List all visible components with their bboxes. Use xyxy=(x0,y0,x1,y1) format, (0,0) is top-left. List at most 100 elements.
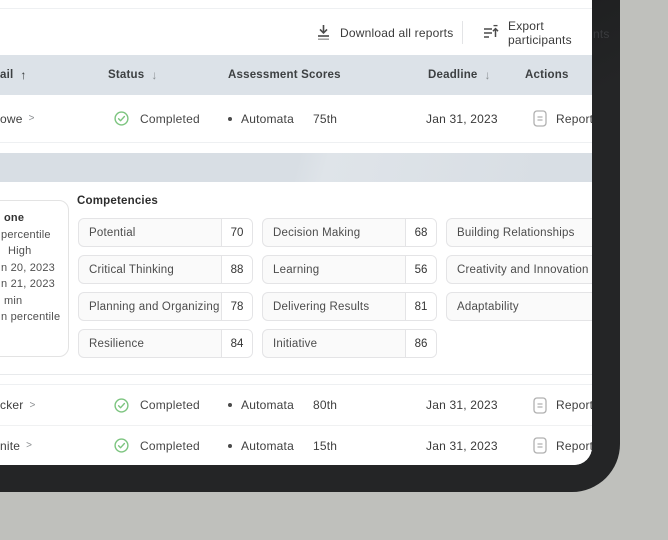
competency-label: Planning and Organizing xyxy=(89,300,220,313)
summary-line: min xyxy=(4,294,23,307)
competency-chip: Delivering Results 81 xyxy=(262,292,437,321)
deadline-header-label: Deadline xyxy=(428,69,478,81)
column-header-actions: Actions xyxy=(525,55,569,95)
competency-score: 86 xyxy=(405,330,436,357)
expanded-details-panel: one percentile High n 20, 2023 n 21, 202… xyxy=(0,182,592,374)
competency-score: 84 xyxy=(221,330,252,357)
bullet-icon xyxy=(228,426,232,465)
scores-header-label: Assessment Scores xyxy=(228,69,341,81)
competency-score: 70 xyxy=(221,219,252,246)
summary-line: n percentile xyxy=(1,311,61,323)
app-screen: Download all reports Export participants… xyxy=(0,0,592,465)
status-text: Completed xyxy=(140,398,200,412)
column-header-email[interactable]: ail ↑ xyxy=(0,55,27,95)
competency-label: Learning xyxy=(273,263,320,276)
column-header-status[interactable]: Status ↓ xyxy=(108,55,158,95)
deadline-date: Jan 31, 2023 xyxy=(426,111,498,126)
download-all-reports-label: Download all reports xyxy=(340,25,454,40)
status-completed-icon xyxy=(114,95,129,142)
competency-label: Creativity and Innovation xyxy=(457,263,589,276)
assessment-percentile: 80th xyxy=(313,398,338,412)
report-icon[interactable] xyxy=(533,95,547,142)
status-text: Completed xyxy=(140,111,200,126)
report-link[interactable]: Report xyxy=(556,426,592,465)
competency-label: Decision Making xyxy=(273,226,361,239)
participant-name-link[interactable]: cker > xyxy=(0,385,36,425)
summary-line: percentile xyxy=(1,228,51,241)
toolbar-divider xyxy=(462,21,463,44)
page: nts Download all reports Export particip… xyxy=(0,0,668,540)
competency-label: Resilience xyxy=(89,337,145,350)
competency-score: 88 xyxy=(221,256,252,283)
competency-label: Adaptability xyxy=(457,300,519,313)
summary-line: n 21, 2023 xyxy=(1,278,55,290)
competency-label: Critical Thinking xyxy=(89,263,174,276)
assessment-provider: Automata xyxy=(241,111,294,126)
assessment-percentile: 15th xyxy=(313,438,338,453)
column-header-assessment-scores: Assessment Scores xyxy=(228,55,341,95)
export-label-overflow: nts xyxy=(593,27,610,41)
competency-chip: Critical Thinking 88 xyxy=(78,255,253,284)
competency-label: Delivering Results xyxy=(273,300,370,313)
report-icon[interactable] xyxy=(533,426,547,465)
status-header-label: Status xyxy=(108,69,145,81)
sort-descending-icon: ↓ xyxy=(151,68,158,82)
participant-name-link[interactable]: nite > xyxy=(0,426,32,465)
download-all-reports-button[interactable]: Download all reports xyxy=(316,10,453,55)
export-participants-label: Export participants xyxy=(508,18,572,47)
competency-chip: Learning 56 xyxy=(262,255,437,284)
participant-name-link[interactable]: owe > xyxy=(0,95,35,142)
chevron-right-icon: > xyxy=(26,440,33,451)
top-strip xyxy=(0,0,592,9)
competency-chip: Planning and Organizing 78 xyxy=(78,292,253,321)
competencies-title: Competencies xyxy=(77,195,159,207)
table-row[interactable]: owe > Completed Automata 75th Jan 31, 20… xyxy=(0,95,592,143)
report-icon[interactable] xyxy=(533,385,547,425)
column-header-deadline[interactable]: Deadline ↓ xyxy=(428,55,491,95)
deadline-date: Jan 31, 2023 xyxy=(426,438,498,453)
report-link[interactable]: Report xyxy=(556,95,592,142)
assessment-percentile: 75th xyxy=(313,111,338,126)
toolbar: Download all reports Export participants xyxy=(0,10,592,55)
chevron-right-icon: > xyxy=(28,113,35,124)
status-completed-icon xyxy=(114,385,129,425)
chevron-right-icon: > xyxy=(29,399,36,411)
expanded-row-band xyxy=(0,153,592,182)
summary-line: n 20, 2023 xyxy=(1,261,55,274)
participant-name: owe xyxy=(0,111,23,126)
competency-chip: Resilience 84 xyxy=(78,329,253,358)
competency-chip: Initiative 86 xyxy=(262,329,437,358)
sort-ascending-icon: ↑ xyxy=(20,68,27,82)
competency-score: 56 xyxy=(405,256,436,283)
table-row[interactable]: cker > Completed Automata 80th Jan 31, 2… xyxy=(0,385,592,426)
competency-label: Building Relationships xyxy=(457,226,575,239)
competency-score: 68 xyxy=(405,219,436,246)
assessment-provider: Automata xyxy=(241,398,294,412)
competency-chip: Decision Making 68 xyxy=(262,218,437,247)
export-participants-button[interactable]: Export participants xyxy=(483,10,592,55)
status-completed-icon xyxy=(114,426,129,465)
export-icon xyxy=(483,24,499,41)
report-link[interactable]: Report xyxy=(556,385,592,425)
actions-header-label: Actions xyxy=(525,69,569,81)
summary-line: High xyxy=(8,245,32,257)
participant-name: cker xyxy=(0,398,24,412)
competency-label: Potential xyxy=(89,226,136,239)
competency-chip: Adaptability xyxy=(446,292,592,321)
competency-chip: Potential 70 xyxy=(78,218,253,247)
summary-line: one xyxy=(4,212,25,224)
download-icon xyxy=(316,24,331,41)
section-divider xyxy=(0,374,592,375)
sort-descending-icon: ↓ xyxy=(484,68,491,82)
assessment-provider: Automata xyxy=(241,438,294,453)
competency-chip: Creativity and Innovation xyxy=(446,255,592,284)
table-header: ail ↑ Status ↓ Assessment Scores Deadlin… xyxy=(0,55,592,95)
competency-label: Initiative xyxy=(273,337,318,350)
competency-chip: Building Relationships xyxy=(446,218,592,247)
email-header-label: ail xyxy=(0,69,14,81)
competency-score: 81 xyxy=(405,293,436,320)
status-text: Completed xyxy=(140,438,200,453)
bullet-icon xyxy=(228,95,232,142)
table-row[interactable]: nite > Completed Automata 15th Jan 31, 2… xyxy=(0,426,592,465)
participant-summary-card: one percentile High n 20, 2023 n 21, 202… xyxy=(0,200,69,357)
